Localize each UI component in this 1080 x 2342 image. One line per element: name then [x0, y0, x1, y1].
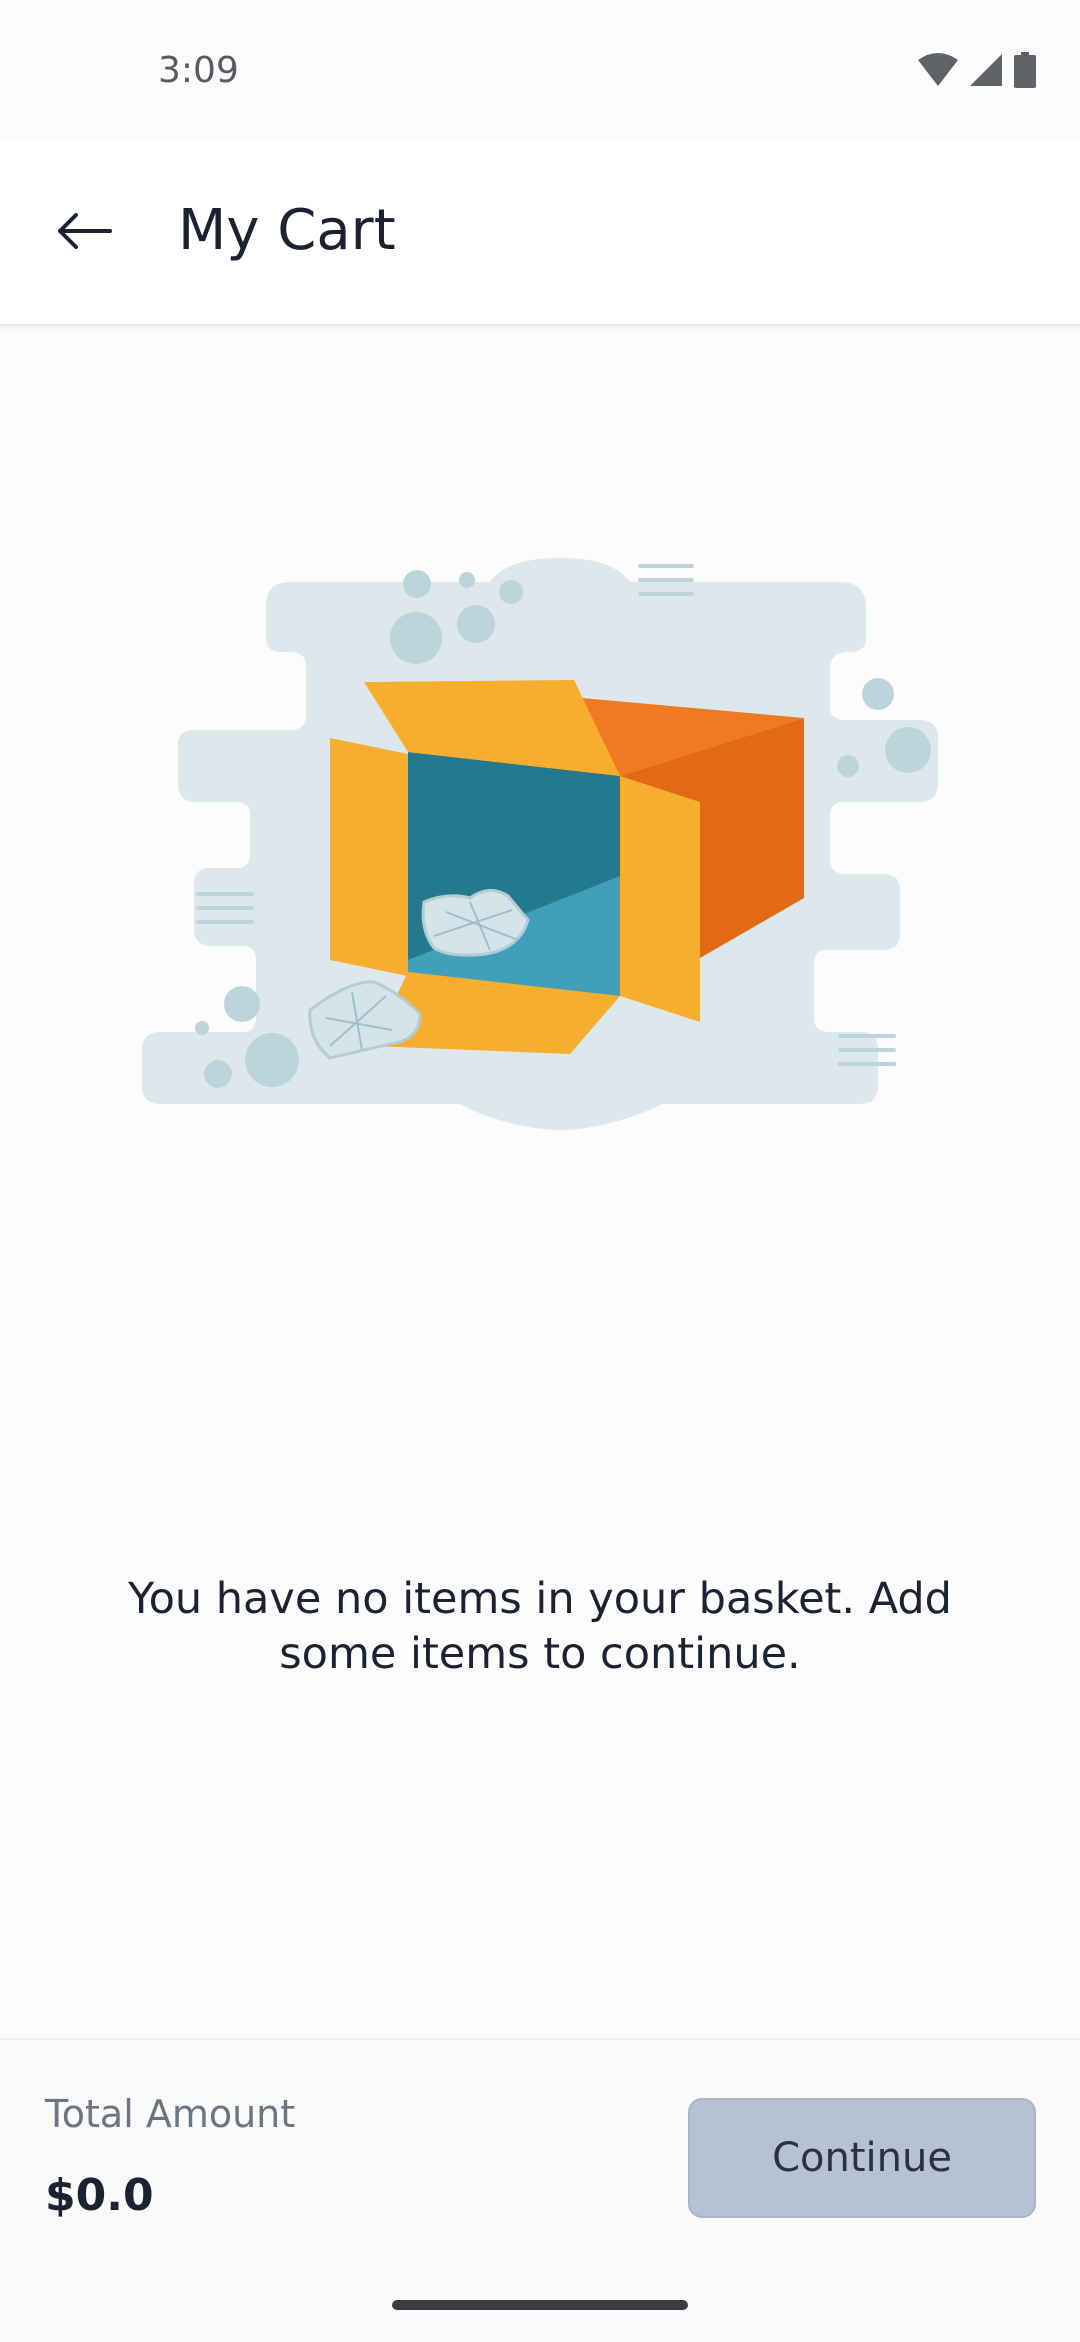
empty-cart-message: You have no items in your basket. Add so…: [128, 1574, 952, 1679]
arrow-left-icon: [56, 211, 112, 256]
back-button[interactable]: [44, 193, 124, 273]
total-amount-label: Total Amount: [45, 2092, 296, 2136]
status-time: 3:09: [158, 50, 239, 91]
wifi-icon: [918, 52, 958, 93]
cellular-signal-icon: [968, 52, 1004, 93]
status-icons: [918, 52, 1036, 93]
app-bar: My Cart: [0, 140, 1080, 326]
empty-cart-illustration: [130, 540, 950, 1140]
page-title: My Cart: [178, 198, 396, 263]
total-amount-value: $0.0: [45, 2170, 154, 2221]
status-bar: 3:09: [0, 0, 1080, 140]
continue-button[interactable]: Continue: [688, 2098, 1036, 2218]
battery-icon: [1014, 52, 1036, 93]
home-indicator[interactable]: [392, 2300, 688, 2310]
checkout-bar: Total Amount $0.0 Continue: [0, 2038, 1080, 2342]
